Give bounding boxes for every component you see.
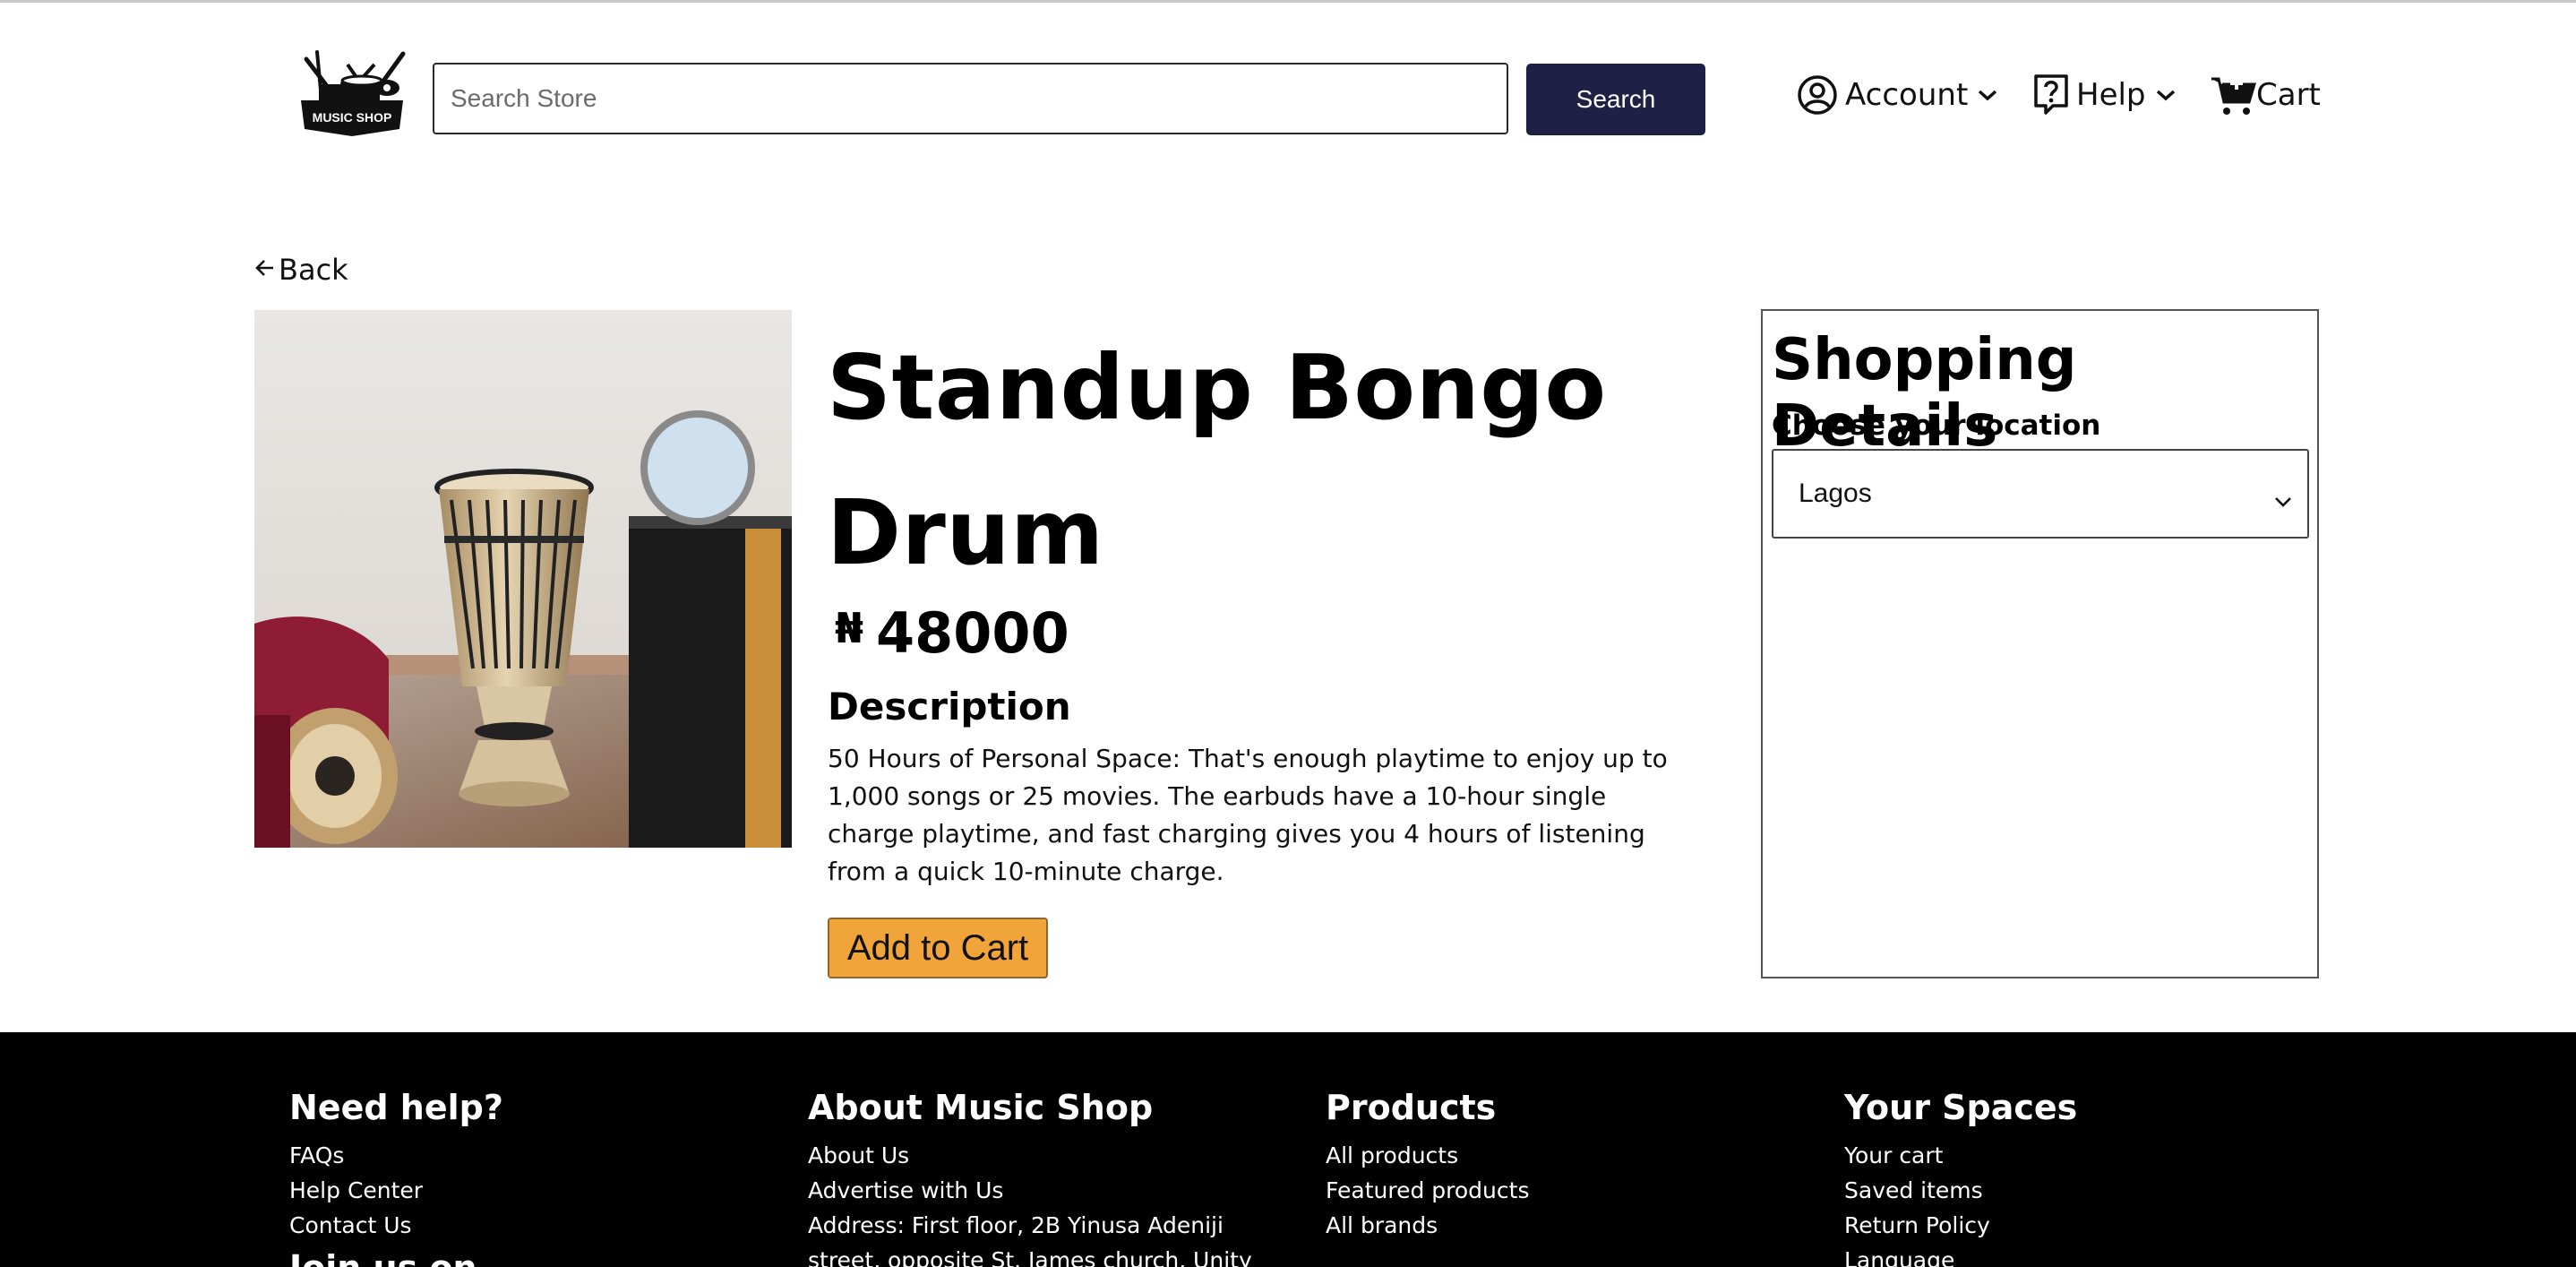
logo-text: MUSIC SHOP (313, 110, 392, 125)
footer-link-saved-items[interactable]: Saved items (1844, 1173, 2077, 1208)
currency-symbol: ₦ (835, 604, 864, 652)
footer-link-help-center[interactable]: Help Center (289, 1173, 503, 1208)
product-price: ₦ 48000 (835, 600, 1069, 666)
footer-spaces-column: Your Spaces Your cart Saved items Return… (1844, 1088, 2077, 1267)
footer-products-column: Products All products Featured products … (1326, 1088, 1529, 1243)
help-label: Help (2076, 77, 2146, 113)
footer-link-return-policy[interactable]: Return Policy (1844, 1208, 2077, 1243)
chevron-down-icon (2273, 485, 2293, 515)
user-circle-icon (1797, 74, 1838, 116)
product-description: 50 Hours of Personal Space: That's enoug… (828, 744, 1668, 886)
arrow-left-icon (253, 253, 279, 287)
cart-link[interactable]: Cart (2210, 68, 2321, 122)
footer-link-all-products[interactable]: All products (1326, 1138, 1529, 1173)
price-value: 48000 (876, 600, 1069, 666)
location-select[interactable]: Lagos (1772, 449, 2309, 539)
footer-join-heading: Join us on (289, 1248, 503, 1267)
account-menu[interactable]: Account (1797, 68, 1998, 122)
search-input[interactable] (433, 63, 1508, 134)
footer-about-column: About Music Shop About Us Advertise with… (808, 1088, 1274, 1267)
account-label: Account (1845, 77, 1969, 113)
footer-link-about-us[interactable]: About Us (808, 1138, 1274, 1173)
footer: Need help? FAQs Help Center Contact Us J… (0, 1032, 2576, 1267)
location-label: Choose your location (1772, 409, 2101, 442)
footer-link-featured-products[interactable]: Featured products (1326, 1173, 1529, 1208)
footer-about-heading: About Music Shop (808, 1088, 1154, 1127)
cart-label: Cart (2256, 77, 2321, 113)
back-label: Back (279, 253, 348, 287)
cart-icon (2210, 73, 2256, 116)
footer-help-heading: Need help? (289, 1088, 503, 1127)
location-value: Lagos (1799, 478, 1872, 508)
back-link[interactable]: Back (253, 253, 348, 287)
shopping-details-panel: Shopping Details Choose your location La… (1761, 309, 2319, 978)
footer-link-language[interactable]: Language (1844, 1243, 2077, 1267)
chevron-down-icon (1977, 88, 1998, 102)
chevron-down-icon (2155, 88, 2177, 102)
footer-products-heading: Products (1326, 1088, 1497, 1127)
footer-spaces-heading: Your Spaces (1844, 1088, 2078, 1127)
description-heading: Description (828, 685, 1071, 728)
search-button[interactable]: Search (1526, 64, 1705, 135)
footer-link-contact-us[interactable]: Contact Us (289, 1208, 503, 1243)
footer-help-column: Need help? FAQs Help Center Contact Us J… (289, 1088, 503, 1267)
logo-instruments-icon: MUSIC SHOP (301, 50, 406, 136)
footer-link-advertise[interactable]: Advertise with Us (808, 1173, 1274, 1208)
window-top-border (0, 0, 2576, 3)
footer-link-your-cart[interactable]: Your cart (1844, 1138, 2077, 1173)
footer-link-all-brands[interactable]: All brands (1326, 1208, 1529, 1243)
add-to-cart-button[interactable]: Add to Cart (828, 918, 1048, 978)
help-question-icon (2033, 73, 2069, 116)
help-menu[interactable]: Help (2033, 68, 2177, 122)
footer-link-faqs[interactable]: FAQs (289, 1138, 503, 1173)
footer-address: Address: First floor, 2B Yinusa Adeniji … (808, 1212, 1252, 1267)
music-shop-logo[interactable]: MUSIC SHOP (294, 47, 410, 140)
product-title: Standup Bongo Drum (827, 335, 1607, 585)
product-image (254, 310, 792, 848)
